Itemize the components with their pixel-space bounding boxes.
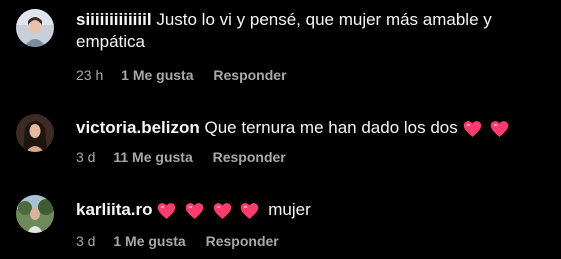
heart-emoji-icon	[240, 202, 259, 220]
comment-meta: 3 d 1 Me gusta Responder	[76, 232, 279, 250]
heart-emoji-icon	[463, 120, 482, 138]
avatar-image	[16, 9, 54, 47]
timestamp[interactable]: 3 d	[76, 232, 95, 250]
comment-line-2: empática	[76, 31, 551, 53]
comment-text: mujer	[268, 200, 311, 219]
likes-count-button[interactable]: 1 Me gusta	[113, 232, 185, 250]
emoji-hearts	[463, 120, 514, 142]
heart-emoji-icon	[490, 120, 509, 138]
username-link[interactable]: karliita.ro	[76, 200, 153, 219]
reply-button[interactable]: Responder	[213, 148, 286, 166]
comment-line-1: karliita.ro mujer	[76, 199, 551, 224]
reply-button[interactable]: Responder	[213, 66, 286, 84]
comment-line-1: victoria.belizon Que ternura me han dado…	[76, 117, 551, 142]
heart-emoji-icon	[185, 202, 204, 220]
avatar[interactable]	[16, 114, 54, 152]
heart-emoji-icon	[157, 202, 176, 220]
comment-body: victoria.belizon Que ternura me han dado…	[76, 117, 551, 142]
likes-count-button[interactable]: 11 Me gusta	[113, 148, 192, 166]
comment-line-1: siiiiiiiiiiiiil Justo lo vi y pensé, que…	[76, 9, 551, 31]
comment-body: siiiiiiiiiiiiil Justo lo vi y pensé, que…	[76, 9, 551, 53]
comment-body: karliita.ro mujer	[76, 199, 551, 224]
timestamp[interactable]: 3 d	[76, 148, 95, 166]
comment-text: Que ternura me han dado los dos	[204, 118, 458, 137]
comment-meta: 3 d 11 Me gusta Responder	[76, 148, 286, 166]
avatar-image	[16, 195, 54, 233]
avatar[interactable]	[16, 9, 54, 47]
heart-emoji-icon	[213, 202, 232, 220]
emoji-hearts	[157, 202, 263, 224]
reply-button[interactable]: Responder	[206, 232, 279, 250]
username-link[interactable]: victoria.belizon	[76, 118, 200, 137]
timestamp[interactable]: 23 h	[76, 66, 103, 84]
avatar[interactable]	[16, 195, 54, 233]
comment-meta: 23 h 1 Me gusta Responder	[76, 66, 287, 84]
username-link[interactable]: siiiiiiiiiiiiil	[76, 10, 152, 29]
comment-text-continued: empática	[76, 32, 145, 51]
likes-count-button[interactable]: 1 Me gusta	[121, 66, 193, 84]
avatar-image	[16, 114, 54, 152]
comment-text: Justo lo vi y pensé, que mujer más amabl…	[156, 10, 492, 29]
